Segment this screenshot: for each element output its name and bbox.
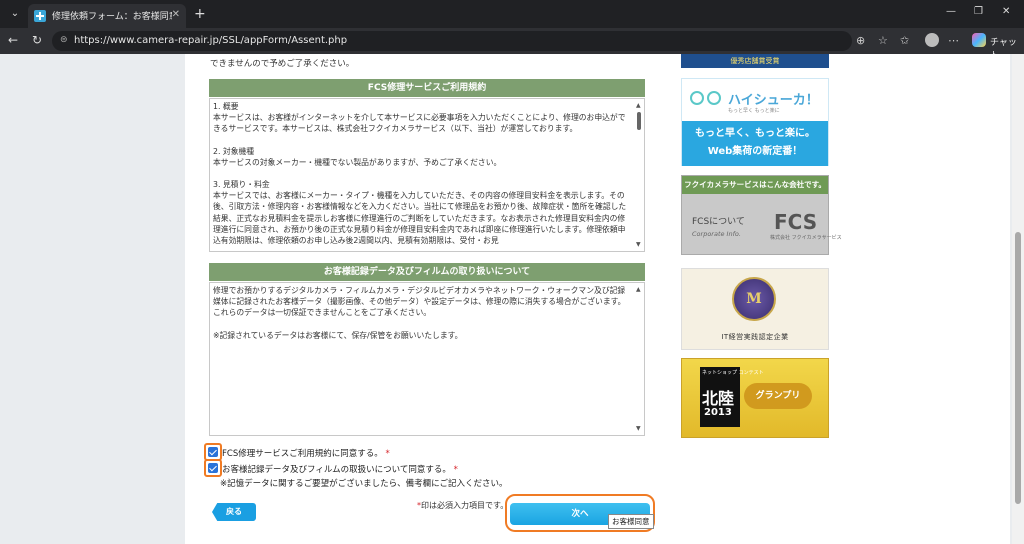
contest-label: ネットショップ コンテスト: [702, 370, 764, 376]
tab-menu-icon[interactable]: ⌄: [6, 6, 24, 22]
hi-shuka-tagline: もっと早く、もっと楽に。 Web集荷の新定番！: [682, 121, 828, 166]
favorite-star-icon[interactable]: ☆: [878, 34, 888, 47]
it-certified-banner[interactable]: M IT経営実践認定企業: [681, 268, 829, 350]
terms-agree-label[interactable]: FCS修理サービスご利用規約に同意する。 *: [222, 447, 390, 459]
contest-region: 北陸: [702, 389, 735, 408]
award-banner[interactable]: 優秀店舗賞受賞: [681, 54, 829, 68]
favorites-icon[interactable]: ✩: [900, 34, 909, 47]
fcs-corporate-info: Corporate Info.: [692, 230, 741, 238]
tab-title: 修理依頼フォーム：お客様同意｜株: [52, 12, 172, 22]
more-menu-icon[interactable]: ⋯: [948, 34, 959, 47]
terms-heading: FCS修理サービスご利用規約: [209, 79, 645, 97]
zoom-icon[interactable]: ⊕: [856, 34, 865, 47]
minimize-icon[interactable]: —: [946, 6, 956, 17]
hi-shuka-sub: もっと早く もっと楽に: [728, 108, 780, 114]
data-agree-checkbox[interactable]: [208, 463, 218, 473]
terms-textbox[interactable]: 1. 概要 本サービスは、お客様がインターネットを介して本サービスに必要事項を入…: [209, 98, 645, 252]
fcs-heading: フクイカメラサービスはこんな会社です。: [682, 176, 828, 194]
data-handling-heading: お客様記録データ及びフィルムの取り扱いについて: [209, 263, 645, 281]
medal-icon: M: [732, 277, 776, 321]
terms-paragraph: 3. 見積り・料金 本サービスでは、お客様にメーカー・タイプ・機種を入力していた…: [213, 180, 627, 246]
close-tab-icon[interactable]: ✕: [172, 9, 180, 20]
contest-year: 2013: [704, 407, 732, 418]
site-favicon-icon: [34, 10, 46, 22]
memo-note: ※記憶データに関するご要望がございましたら、備考欄にご記入ください。: [220, 479, 508, 489]
required-note: *印は必須入力項目です。: [417, 501, 509, 510]
scroll-down-icon[interactable]: ▼: [636, 423, 641, 434]
fcs-company-banner[interactable]: フクイカメラサービスはこんな会社です。 FCSについて Corporate In…: [681, 175, 842, 255]
scroll-down-icon[interactable]: ▼: [636, 239, 641, 250]
page-scrollbar-thumb[interactable]: [1015, 232, 1021, 504]
award-text: 優秀店舗賞受賞: [730, 57, 780, 65]
hokuriku-grandprix-banner[interactable]: ネットショップ コンテスト 北陸 2013 グランプリ: [681, 358, 829, 438]
terms-paragraph: 2. 対象機種 本サービスの対象メーカー・機種でない製品がありますが、予めご了承…: [213, 146, 502, 167]
fcs-company-name: 株式会社 フクイカメラサービス: [770, 235, 842, 241]
profile-avatar[interactable]: [925, 33, 939, 47]
terms-paragraph: 1. 概要 本サービスは、お客様がインターネットを介して本サービスに必要事項を入…: [213, 102, 626, 134]
hi-shuka-name: ハイシューカ！: [728, 93, 819, 108]
top-note: できませんので予めご了承ください。: [210, 59, 355, 69]
hi-shuka-banner[interactable]: ハイシューカ！ もっと早く もっと楽に もっと早く、もっと楽に。 Web集荷の新…: [681, 78, 829, 166]
web-page: できませんので予めご了承ください。 FCS修理サービスご利用規約 1. 概要 本…: [0, 54, 1024, 544]
it-certified-text: IT経営実践認定企業: [721, 333, 789, 341]
fcs-logo: FCS: [774, 210, 818, 234]
terms-scrollbar[interactable]: ▲ ▼: [635, 100, 643, 250]
terms-scrollbar-thumb[interactable]: [637, 112, 641, 130]
data-paragraph: ※記録されているデータはお客様にて、保存/保管をお願いいたします。: [213, 330, 463, 340]
address-bar[interactable]: ⊜ https://www.camera-repair.jp/SSL/appFo…: [52, 31, 852, 51]
tooltip: お客様同意: [608, 514, 654, 529]
hi-shuka-logo-icon: [690, 89, 724, 111]
data-paragraph: 修理でお預かりするデジタルカメラ・フィルムカメラ・デジタルビデオカメラやネットワ…: [213, 286, 626, 318]
scroll-up-icon[interactable]: ▲: [636, 284, 641, 295]
tab-bar: ⌄ 修理依頼フォーム：お客様同意｜株 ✕ + — ❐ ✕: [0, 0, 1024, 28]
site-info-icon[interactable]: ⊜: [60, 35, 68, 45]
page-scrollbar[interactable]: [1012, 54, 1024, 544]
data-handling-textbox[interactable]: 修理でお預かりするデジタルカメラ・フィルムカメラ・デジタルビデオカメラやネットワ…: [209, 282, 645, 436]
data-scrollbar[interactable]: ▲ ▼: [635, 284, 643, 434]
back-arrow-icon[interactable]: ←: [8, 33, 18, 47]
browser-toolbar: ← ↻ ⊜ https://www.camera-repair.jp/SSL/a…: [0, 28, 1024, 61]
browser-tab[interactable]: 修理依頼フォーム：お客様同意｜株 ✕: [28, 4, 186, 28]
copilot-icon[interactable]: [972, 33, 986, 47]
maximize-icon[interactable]: ❐: [974, 6, 983, 17]
back-button[interactable]: 戻る: [212, 503, 256, 521]
reload-icon[interactable]: ↻: [32, 33, 42, 47]
close-window-icon[interactable]: ✕: [1002, 6, 1010, 17]
data-agree-label[interactable]: お客様記録データ及びフィルムの取扱いについて同意する。 *: [222, 463, 458, 475]
grandprix-badge: グランプリ: [744, 383, 812, 409]
new-tab-icon[interactable]: +: [194, 6, 206, 22]
scroll-up-icon[interactable]: ▲: [636, 100, 641, 111]
url-text[interactable]: https://www.camera-repair.jp/SSL/appForm…: [74, 35, 347, 46]
terms-agree-checkbox[interactable]: [208, 447, 218, 457]
fcs-about: FCSについて: [692, 217, 745, 227]
